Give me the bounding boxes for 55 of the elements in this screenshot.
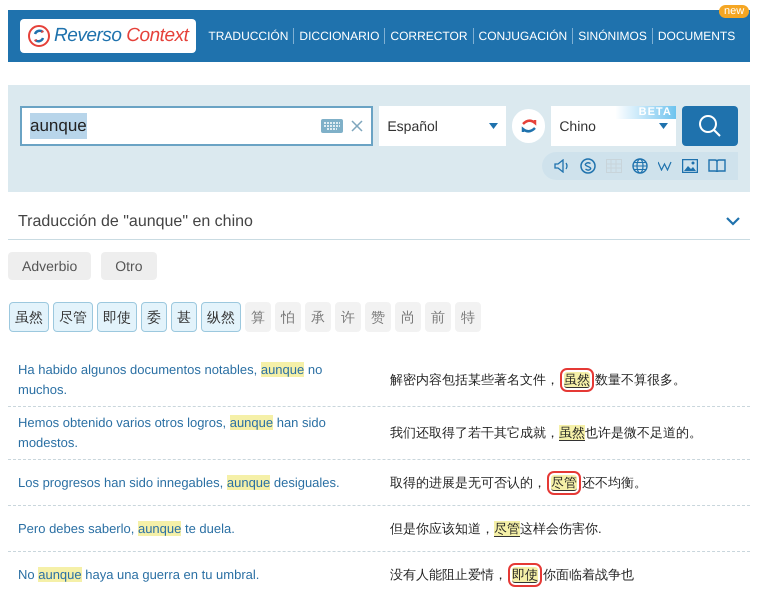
wikipedia-icon[interactable] bbox=[658, 161, 672, 171]
translation-chip[interactable]: 怕 bbox=[275, 302, 301, 332]
swap-button[interactable] bbox=[512, 109, 546, 143]
target-sentence: 没有人能阻止爱情， 即使 你面临着战争也 bbox=[390, 566, 635, 585]
translation-chip[interactable]: 许 bbox=[335, 302, 361, 332]
caret-icon bbox=[658, 123, 668, 129]
nav-link[interactable]: DICCIONARIO bbox=[299, 27, 380, 45]
globe-icon[interactable] bbox=[632, 158, 648, 174]
nav-link[interactable]: CONJUGACIÓN bbox=[478, 27, 568, 45]
nav-link[interactable]: TRADUCCIÓN bbox=[208, 27, 288, 45]
caret-icon bbox=[488, 123, 498, 129]
search-field[interactable]: aunque bbox=[20, 106, 374, 146]
target-sentence: 解密内容包括某些著名文件， 虽然 数量不算很多。 bbox=[390, 371, 687, 390]
beta-badge: BETA bbox=[614, 106, 676, 119]
translation-chip[interactable]: 甚 bbox=[171, 302, 197, 332]
translation-chip[interactable]: 尽管 bbox=[53, 302, 93, 332]
translation-chip[interactable]: 特 bbox=[455, 302, 481, 332]
source-sentence: Los progresos han sido innegables, aunque desiguales. bbox=[18, 474, 341, 492]
target-sentence: 取得的进展是无可否认的， 尽管 还不均衡。 bbox=[390, 474, 648, 492]
logo-icon bbox=[28, 25, 50, 47]
speaker-icon[interactable] bbox=[554, 159, 570, 173]
close-icon[interactable] bbox=[351, 120, 364, 132]
target-sentence: 但是你应该知道，尽管这样会伤害你. bbox=[390, 520, 603, 538]
source-sentence: Hemos obtenido varios otros logros, aunque han sido modestos. bbox=[18, 414, 327, 452]
skype-icon[interactable] bbox=[580, 158, 596, 174]
book-icon[interactable] bbox=[708, 159, 726, 173]
translation-chip[interactable]: 即使 bbox=[97, 302, 137, 332]
search-button[interactable] bbox=[682, 106, 738, 146]
image-icon[interactable] bbox=[682, 159, 698, 173]
translation-chip[interactable]: 尚 bbox=[395, 302, 421, 332]
translation-chip[interactable]: 前 bbox=[425, 302, 451, 332]
nav-link[interactable]: DOCUMENTS bbox=[658, 29, 736, 43]
logo-text: Reverso Context bbox=[54, 24, 188, 48]
target-language-dropdown[interactable]: Chino BETA bbox=[551, 106, 676, 146]
logo[interactable]: Reverso Context bbox=[20, 19, 196, 53]
translation-chip[interactable]: 赞 bbox=[365, 302, 391, 332]
chevron-icon[interactable] bbox=[726, 217, 740, 226]
source-sentence: Ha habido algunos documentos notables, aunque no muchos. bbox=[18, 361, 324, 399]
target-sentence: 我们还取得了若干其它成就，虽然也许是微不足道的。 bbox=[390, 424, 703, 443]
keyboard-icon[interactable] bbox=[321, 119, 344, 133]
search-icon bbox=[698, 114, 722, 138]
nav-link[interactable]: SINÓNIMOS bbox=[578, 27, 647, 45]
translation-chip[interactable]: 算 bbox=[245, 302, 271, 332]
section-title: Traducción de "aunque" en chino bbox=[18, 212, 253, 232]
translation-chip[interactable]: 委 bbox=[141, 302, 167, 332]
translation-chip[interactable]: 虽然 bbox=[9, 302, 49, 332]
source-sentence: Pero debes saberlo, aunque te duela. bbox=[18, 520, 236, 538]
source-language-dropdown[interactable]: Español bbox=[379, 106, 506, 146]
source-sentence: No aunque haya una guerra en tu umbral. bbox=[18, 566, 260, 584]
nav-link[interactable]: CORRECTOR bbox=[390, 27, 468, 45]
new-badge: new bbox=[719, 5, 750, 18]
category-button[interactable]: Otro bbox=[101, 252, 156, 280]
category-button[interactable]: Adverbio bbox=[8, 252, 92, 280]
translation-chip[interactable]: 纵然 bbox=[201, 302, 241, 332]
translation-chip[interactable]: 承 bbox=[305, 302, 331, 332]
